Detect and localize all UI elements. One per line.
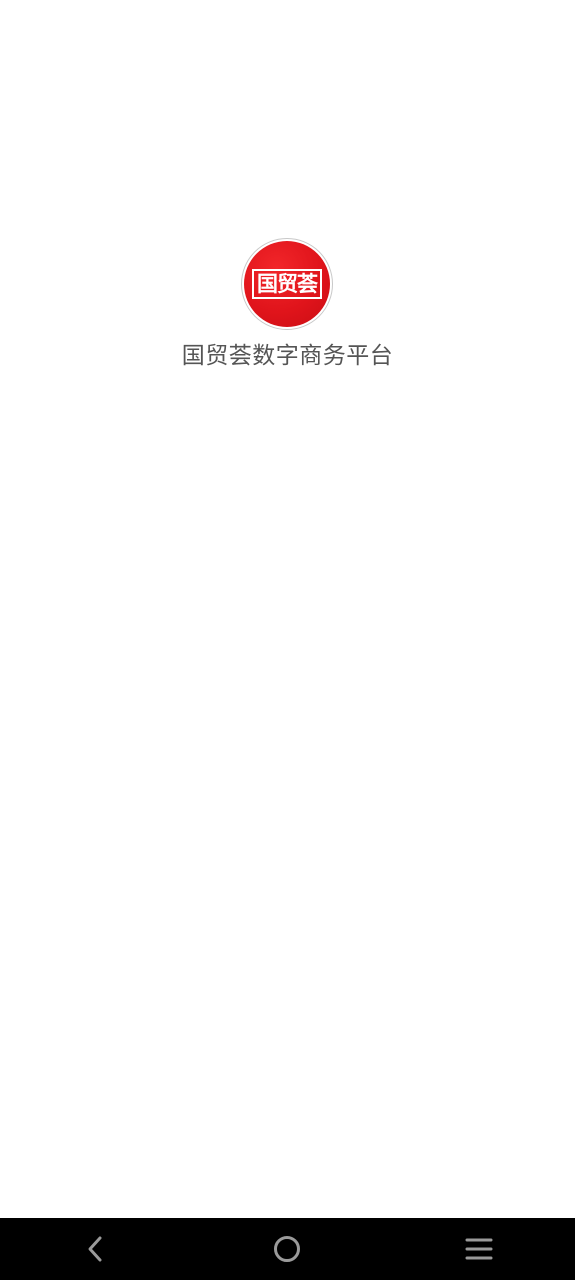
back-button[interactable] <box>66 1218 126 1280</box>
home-circle-icon <box>274 1236 301 1262</box>
back-chevron-icon <box>88 1236 102 1262</box>
recent-apps-button[interactable] <box>449 1218 509 1280</box>
splash-screen: 国贸荟 国贸荟数字商务平台 <box>0 0 575 1280</box>
app-logo: 国贸荟 <box>241 238 333 330</box>
logo-circle: 国贸荟 <box>244 241 330 327</box>
logo-text: 国贸荟 <box>252 269 322 299</box>
home-button[interactable] <box>257 1218 317 1280</box>
menu-lines-icon <box>465 1238 493 1260</box>
system-navigation-bar <box>0 1218 575 1280</box>
app-title: 国贸荟数字商务平台 <box>181 343 394 369</box>
